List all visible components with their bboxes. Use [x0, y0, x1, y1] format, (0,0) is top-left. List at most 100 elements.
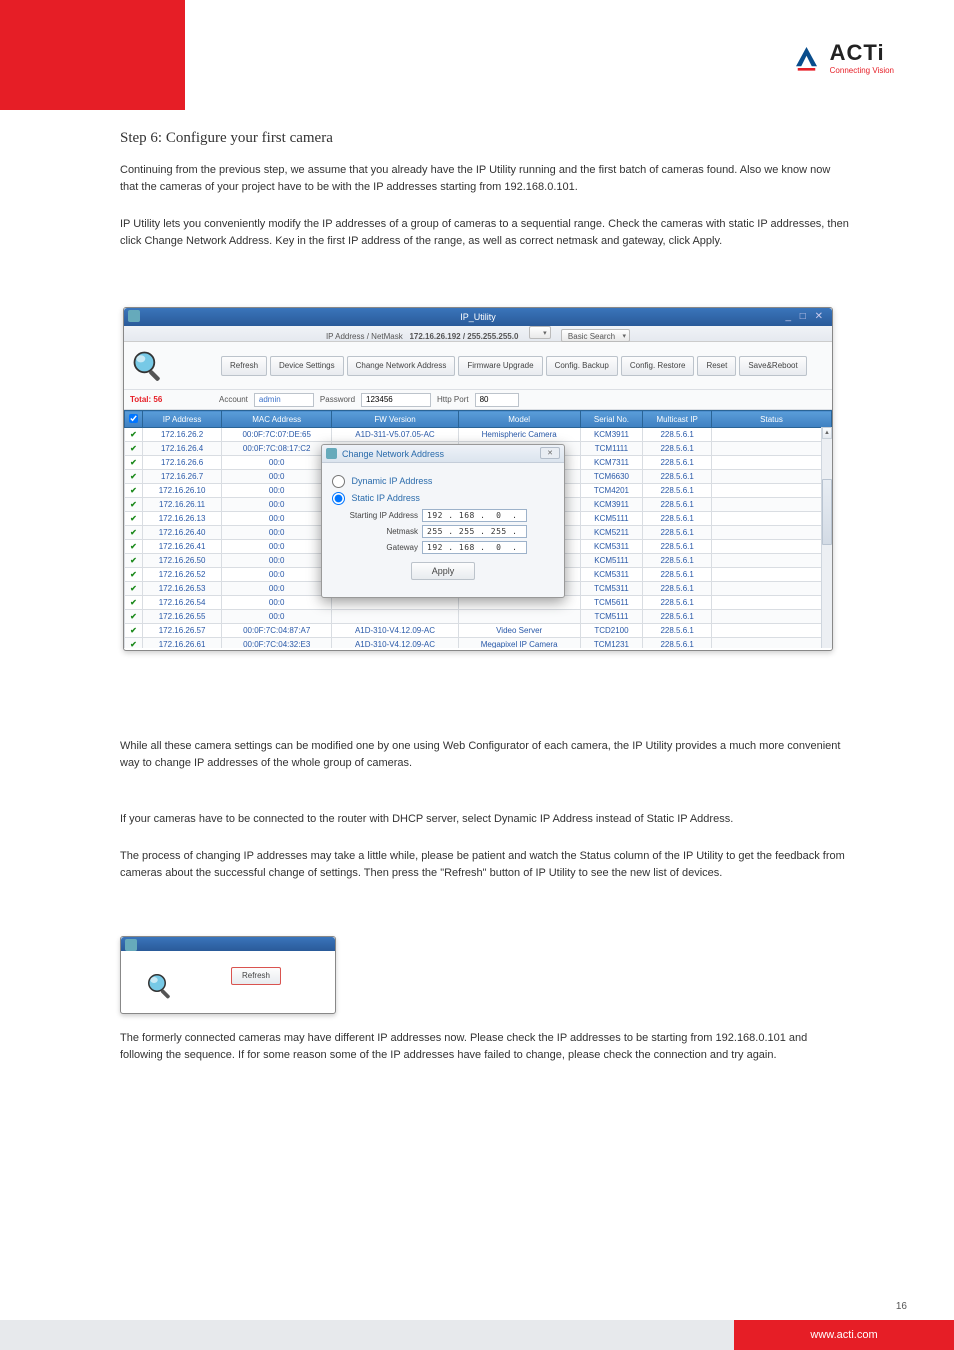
apply-button[interactable]: Apply — [411, 562, 475, 580]
row-checkbox[interactable]: ✔ — [125, 568, 143, 582]
cell-ip: 172.16.26.6 — [143, 456, 222, 470]
window-controls[interactable]: _ □ ✕ — [785, 308, 826, 326]
config-backup-button[interactable]: Config. Backup — [546, 356, 618, 376]
starting-ip-label: Starting IP Address — [332, 511, 418, 520]
cell-ip: 172.16.26.2 — [143, 428, 222, 442]
cell-status — [712, 596, 832, 610]
cell-mac: 00:0 — [222, 498, 332, 512]
row-checkbox[interactable]: ✔ — [125, 540, 143, 554]
static-ip-radio[interactable]: Static IP Address — [332, 492, 554, 505]
cell-status — [712, 512, 832, 526]
cell-serial: TCD2100 — [580, 624, 643, 638]
cell-serial: KCM5311 — [580, 540, 643, 554]
row-checkbox[interactable]: ✔ — [125, 554, 143, 568]
cell-serial: TCM5311 — [580, 582, 643, 596]
row-checkbox[interactable]: ✔ — [125, 610, 143, 624]
netmask-input[interactable] — [422, 525, 527, 538]
row-checkbox[interactable]: ✔ — [125, 470, 143, 484]
device-settings-button[interactable]: Device Settings — [270, 356, 344, 376]
dialog-title: Change Network Address — [342, 449, 444, 459]
cell-model: Video Server — [458, 624, 580, 638]
cell-serial: TCM5111 — [580, 610, 643, 624]
red-header-block — [0, 0, 185, 110]
doc-paragraph-5: The process of changing IP addresses may… — [120, 848, 850, 881]
row-checkbox[interactable]: ✔ — [125, 624, 143, 638]
doc-paragraph-6: The formerly connected cameras may have … — [120, 1030, 850, 1063]
table-row[interactable]: ✔172.16.26.5500:0TCM5111228.5.6.1 — [125, 610, 832, 624]
subbar: IP Address / NetMask 172.16.26.192 / 255… — [124, 326, 832, 342]
footer-url: www.acti.com — [734, 1320, 954, 1350]
firmware-upgrade-button[interactable]: Firmware Upgrade — [458, 356, 542, 376]
cell-mcast: 228.5.6.1 — [643, 512, 712, 526]
small-app-icon — [125, 939, 137, 951]
scroll-thumb[interactable] — [822, 479, 832, 545]
cell-mac: 00:0 — [222, 456, 332, 470]
row-checkbox[interactable]: ✔ — [125, 442, 143, 456]
cell-serial: KCM3911 — [580, 428, 643, 442]
config-restore-button[interactable]: Config. Restore — [621, 356, 695, 376]
row-checkbox[interactable]: ✔ — [125, 582, 143, 596]
small-magnifier-icon — [145, 971, 175, 1001]
column-header[interactable]: Multicast IP — [643, 411, 712, 428]
doc-heading: Step 6: Configure your first camera — [120, 130, 333, 147]
cell-status — [712, 624, 832, 638]
row-checkbox[interactable]: ✔ — [125, 456, 143, 470]
device-total: Total: 56 — [130, 395, 162, 404]
doc-paragraph-4: If your cameras have to be connected to … — [120, 811, 850, 828]
logo-tagline: Connecting Vision — [830, 66, 894, 75]
dialog-close-icon[interactable]: ✕ — [540, 447, 560, 459]
row-checkbox[interactable]: ✔ — [125, 428, 143, 442]
refresh-button[interactable]: Refresh — [221, 356, 267, 376]
cell-fw: A1D-311-V5.07.05-AC — [332, 428, 459, 442]
change-network-address-button[interactable]: Change Network Address — [347, 356, 456, 376]
column-header[interactable]: Model — [458, 411, 580, 428]
row-checkbox[interactable]: ✔ — [125, 512, 143, 526]
row-checkbox[interactable]: ✔ — [125, 638, 143, 649]
table-row[interactable]: ✔172.16.26.5700:0F:7C:04:87:A7A1D-310-V4… — [125, 624, 832, 638]
password-input[interactable] — [361, 393, 431, 407]
search-mode-dropdown[interactable]: Basic Search — [561, 329, 630, 342]
column-header[interactable]: Serial No. — [580, 411, 643, 428]
cell-mac: 00:0 — [222, 470, 332, 484]
reset-button[interactable]: Reset — [697, 356, 736, 376]
column-header[interactable]: IP Address — [143, 411, 222, 428]
ip-netmask-dropdown[interactable] — [529, 326, 551, 339]
cell-status — [712, 540, 832, 554]
column-header[interactable]: Status — [712, 411, 832, 428]
row-checkbox[interactable]: ✔ — [125, 498, 143, 512]
cell-mac: 00:0 — [222, 484, 332, 498]
row-checkbox[interactable]: ✔ — [125, 596, 143, 610]
table-row[interactable]: ✔172.16.26.6100:0F:7C:04:32:E3A1D-310-V4… — [125, 638, 832, 649]
cell-fw — [332, 610, 459, 624]
cell-status — [712, 568, 832, 582]
row-checkbox[interactable]: ✔ — [125, 526, 143, 540]
starting-ip-input[interactable] — [422, 509, 527, 522]
cell-serial: KCM5111 — [580, 554, 643, 568]
column-header[interactable]: FW Version — [332, 411, 459, 428]
cell-serial: KCM3911 — [580, 498, 643, 512]
change-network-address-dialog: Change Network Address ✕ Dynamic IP Addr… — [321, 444, 565, 598]
gateway-input[interactable] — [422, 541, 527, 554]
scrollbar[interactable]: ▲ — [821, 427, 832, 648]
cell-mcast: 228.5.6.1 — [643, 624, 712, 638]
header-checkbox[interactable] — [125, 411, 143, 428]
account-input[interactable] — [254, 393, 314, 407]
save-reboot-button[interactable]: Save&Reboot — [739, 356, 806, 376]
cell-status — [712, 498, 832, 512]
dynamic-ip-radio[interactable]: Dynamic IP Address — [332, 475, 554, 488]
table-row[interactable]: ✔172.16.26.200:0F:7C:07:DE:65A1D-311-V5.… — [125, 428, 832, 442]
cell-status — [712, 526, 832, 540]
magnifier-icon — [130, 348, 166, 384]
cell-mac: 00:0 — [222, 540, 332, 554]
cell-ip: 172.16.26.11 — [143, 498, 222, 512]
cell-serial: TCM5611 — [580, 596, 643, 610]
small-titlebar — [121, 937, 335, 951]
cell-mcast: 228.5.6.1 — [643, 596, 712, 610]
column-header[interactable]: MAC Address — [222, 411, 332, 428]
app-icon — [128, 310, 140, 322]
row-checkbox[interactable]: ✔ — [125, 484, 143, 498]
password-label: Password — [320, 395, 355, 404]
httpport-input[interactable] — [475, 393, 519, 407]
refresh-highlighted-button[interactable]: Refresh — [231, 967, 281, 985]
scroll-up-icon[interactable]: ▲ — [822, 427, 832, 439]
